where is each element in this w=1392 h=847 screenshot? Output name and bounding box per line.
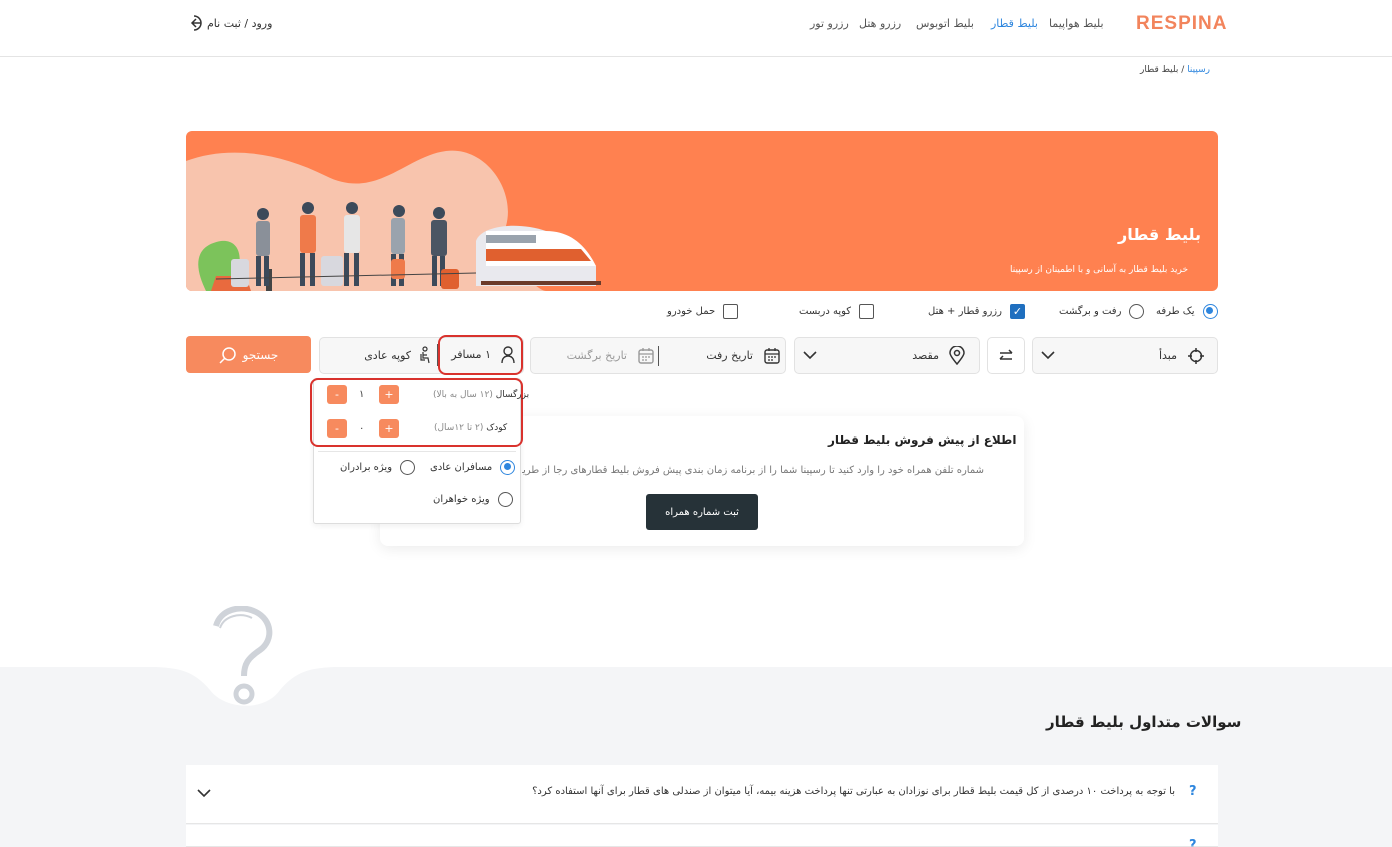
search-button[interactable]: جستجو [186, 336, 311, 373]
origin-placeholder: مبدأ [1158, 349, 1177, 362]
search-icon [219, 346, 236, 364]
crosshair-icon [1188, 348, 1204, 364]
coupe-type-label[interactable]: کوپه عادی [364, 349, 411, 362]
destination-placeholder: مقصد [912, 349, 939, 362]
adult-label-text: بزرگسال [495, 390, 530, 400]
child-label-text: کودک [486, 423, 508, 433]
adult-plus-button[interactable]: + [379, 385, 399, 404]
date-divider [658, 346, 659, 366]
respina-logo[interactable]: RESPINA [1136, 13, 1227, 35]
presale-notice-text: شماره تلفن همراه خود را وارد کنید تا رسپ… [522, 465, 984, 476]
sisters-label: ویژه خواهران [433, 493, 490, 505]
breadcrumb-home[interactable]: رسپینا [1187, 65, 1210, 75]
swap-arrows-icon [999, 349, 1013, 360]
one-way-radio[interactable] [1202, 303, 1218, 319]
presale-notice-title: اطلاع از پیش فروش بلیط قطار [828, 433, 1017, 447]
one-way-label: یک طرفه [1156, 305, 1195, 317]
faq-title: سوالات متداول بلیط قطار [1046, 713, 1242, 731]
chevron-down-icon [1041, 351, 1055, 360]
depart-date-placeholder[interactable]: تاریخ رفت [706, 349, 753, 362]
breadcrumb-separator: / [1181, 65, 1185, 75]
round-trip-option[interactable]: رفت و برگشت [1059, 302, 1145, 320]
question-icon: ? [1189, 838, 1197, 847]
train-hotel-checkbox[interactable]: ✓ [1009, 303, 1025, 319]
exclusive-coupe-option[interactable]: کوپه دربست [799, 302, 875, 320]
adult-label: بزرگسال (۱۲ سال به بالا) [433, 390, 529, 400]
adult-age-hint: (۱۲ سال به بالا) [433, 390, 493, 400]
passenger-count-label: ۱ مسافر [451, 348, 491, 361]
regular-passengers-radio[interactable] [500, 459, 516, 475]
train-hotel-option[interactable]: ✓ رزرو قطار + هتل [928, 302, 1025, 320]
regular-passengers-label: مسافران عادی [430, 461, 493, 473]
nav-hotel-booking[interactable]: رزرو هتل [859, 17, 901, 30]
child-age-hint: (۲ تا ۱۲سال) [434, 423, 484, 433]
location-pin-icon [949, 346, 965, 365]
user-icon [501, 346, 515, 364]
exclusive-coupe-checkbox[interactable] [859, 303, 875, 319]
swap-button[interactable] [987, 337, 1025, 374]
question-icon: ? [1189, 784, 1197, 799]
login-register-label: ورود / ثبت نام [207, 16, 273, 30]
round-trip-label: رفت و برگشت [1059, 305, 1122, 317]
login-register-link[interactable]: ورود / ثبت نام [185, 13, 272, 33]
one-way-option[interactable]: یک طرفه [1156, 302, 1218, 320]
child-plus-button[interactable]: + [379, 419, 399, 438]
car-transport-option[interactable]: حمل خودرو [667, 302, 739, 320]
chevron-down-icon [803, 351, 817, 360]
faq-item[interactable]: ? با توجه به پرداخت ۱۰ درصدی از کل قیمت … [186, 765, 1218, 824]
adult-count: ۱ [359, 389, 365, 400]
brothers-label: ویژه برادران [340, 461, 393, 473]
destination-field[interactable]: مقصد [794, 337, 980, 374]
passenger-type-sisters[interactable]: ویژه خواهران [433, 490, 513, 508]
breadcrumb-current: بلیط قطار [1140, 65, 1179, 75]
nav-bus-tickets[interactable]: بلیط اتوبوس [916, 17, 974, 30]
question-mark-icon [213, 606, 273, 705]
faq-question: با توجه به پرداخت ۱۰ درصدی از کل قیمت بل… [532, 786, 1175, 797]
faq-item[interactable]: ? [186, 825, 1218, 847]
login-icon [190, 15, 202, 31]
passenger-selector[interactable]: ۱ مسافر [438, 335, 523, 375]
calendar-icon [764, 348, 780, 364]
exclusive-coupe-label: کوپه دربست [799, 305, 852, 317]
nav-train-tickets[interactable]: بلیط قطار [991, 17, 1038, 30]
child-label: کودک (۲ تا ۱۲سال) [434, 423, 507, 433]
round-trip-radio[interactable] [1129, 303, 1145, 319]
dates-field[interactable]: تاریخ رفت تاریخ برگشت [530, 337, 786, 374]
car-transport-checkbox[interactable] [723, 303, 739, 319]
register-mobile-button[interactable]: ثبت شماره همراه [646, 494, 758, 530]
nav-flight-tickets[interactable]: بلیط هواپیما [1049, 17, 1104, 30]
breadcrumb: رسپینا / بلیط قطار [1140, 65, 1210, 75]
seat-icon [420, 346, 430, 364]
car-transport-label: حمل خودرو [667, 305, 716, 317]
sisters-radio[interactable] [497, 491, 513, 507]
passenger-type-brothers[interactable]: ویژه برادران [340, 458, 416, 476]
child-minus-button[interactable]: - [327, 419, 347, 438]
child-count: ۰ [359, 423, 365, 434]
brothers-radio[interactable] [400, 459, 416, 475]
origin-field[interactable]: مبدأ [1032, 337, 1218, 374]
banner-title: بلیط قطار [1118, 225, 1202, 244]
passenger-type-regular[interactable]: مسافران عادی [430, 458, 516, 476]
return-date-placeholder[interactable]: تاریخ برگشت [567, 349, 627, 362]
calendar-icon [638, 348, 654, 364]
adult-minus-button[interactable]: - [327, 385, 347, 404]
chevron-down-icon[interactable] [197, 789, 211, 798]
train-hotel-label: رزرو قطار + هتل [928, 305, 1002, 317]
dropdown-divider [318, 451, 516, 452]
search-button-label: جستجو [242, 347, 279, 362]
banner-subtitle: خرید بلیط قطار به آسانی و با اطمینان از … [1010, 265, 1189, 275]
nav-tour-booking[interactable]: رزرو تور [810, 17, 849, 30]
